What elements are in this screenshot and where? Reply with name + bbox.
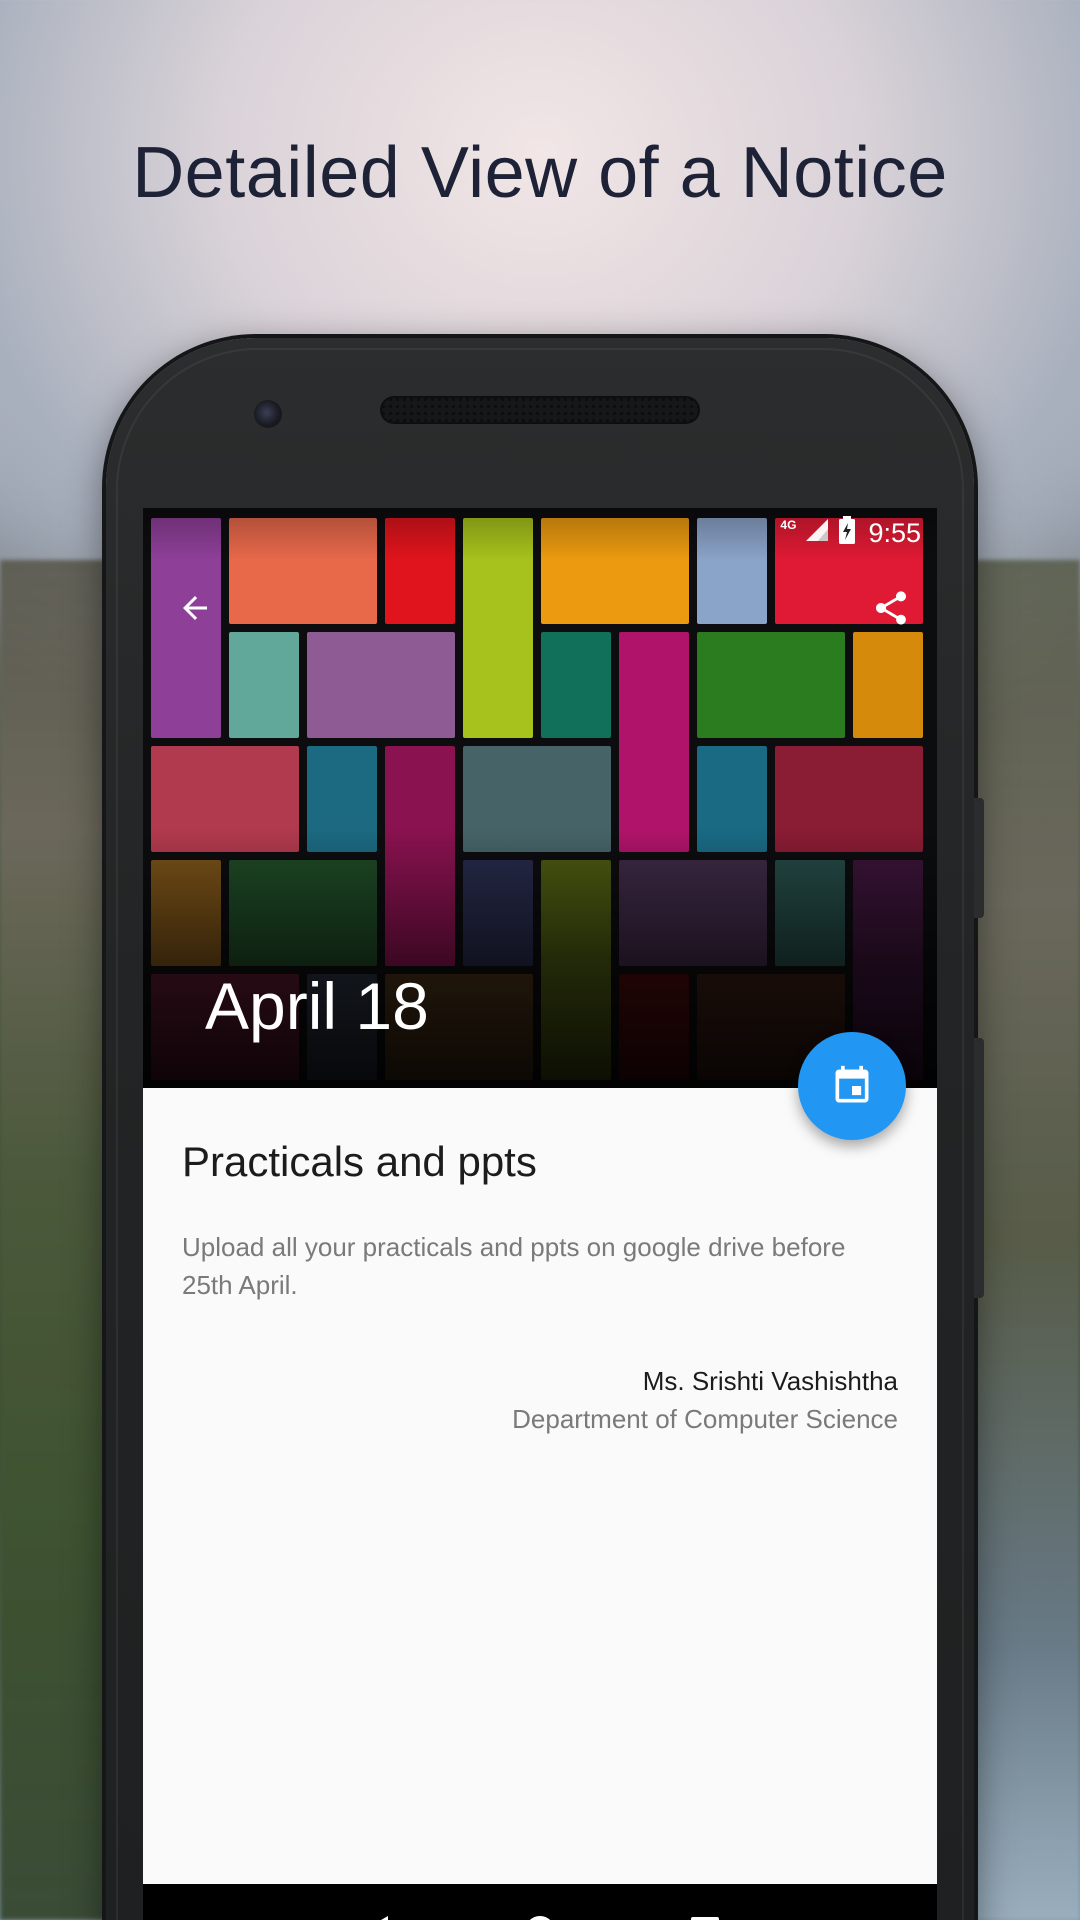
phone-side-button (974, 798, 984, 918)
phone-frame: 4G 9:55 April 18 Practicals and ppts Upl… (106, 338, 984, 1920)
hero-header: 4G 9:55 April 18 (143, 508, 937, 1088)
share-icon (876, 591, 906, 625)
system-navigation-bar (143, 1884, 937, 1920)
nav-back-button[interactable] (345, 1901, 405, 1920)
app-screen: 4G 9:55 April 18 Practicals and ppts Upl… (143, 508, 937, 1920)
calendar-icon (835, 1065, 869, 1103)
share-button[interactable] (863, 580, 919, 636)
nav-home-icon (529, 1916, 551, 1920)
status-time: 9:55 (868, 517, 921, 548)
sender-department: Department of Computer Science (512, 1404, 898, 1434)
status-bar: 4G 9:55 (770, 515, 927, 551)
arrow-back-icon (183, 596, 207, 620)
back-button[interactable] (167, 580, 223, 636)
signal-icon (804, 517, 830, 550)
notice-body: Upload all your practicals and ppts on g… (182, 1232, 846, 1300)
notice-date: April 18 (205, 969, 429, 1043)
nav-home-button[interactable] (510, 1901, 570, 1920)
nav-back-icon (381, 1916, 389, 1920)
front-camera (254, 400, 282, 428)
sender-name: Ms. Srishti Vashishtha (642, 1366, 898, 1396)
phone-volume-button (974, 1038, 984, 1298)
battery-charging-icon (838, 515, 856, 551)
earpiece-speaker (380, 396, 700, 424)
add-to-calendar-button[interactable] (798, 1032, 906, 1140)
promo-headline: Detailed View of a Notice (132, 133, 948, 213)
nav-recents-button[interactable] (675, 1901, 735, 1920)
network-type: 4G (780, 518, 797, 532)
notice-title: Practicals and ppts (182, 1138, 537, 1185)
nav-recents-icon (690, 1917, 719, 1920)
